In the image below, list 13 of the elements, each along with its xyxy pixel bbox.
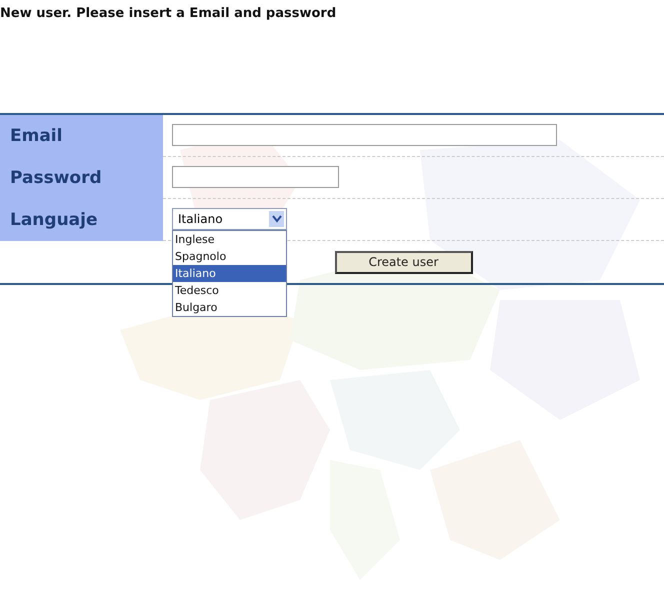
page-heading: New user. Please insert a Email and password <box>0 5 338 23</box>
field-label: Email <box>0 115 163 157</box>
password-field[interactable] <box>172 166 339 188</box>
dropdown-option[interactable]: Italiano <box>173 265 286 282</box>
dropdown-option[interactable]: Spagnolo <box>173 248 286 265</box>
dropdown-option[interactable]: Tedesco <box>173 282 286 299</box>
field-label: Languaje <box>0 199 163 241</box>
dropdown-option[interactable]: Inglese <box>173 231 286 248</box>
create-user-button[interactable]: Create user <box>334 250 472 274</box>
dropdown-option[interactable]: Bulgaro <box>173 299 286 316</box>
language-dropdown[interactable]: Italiano <box>172 208 287 230</box>
email-field[interactable] <box>172 124 557 146</box>
field-label: Password <box>0 157 163 199</box>
